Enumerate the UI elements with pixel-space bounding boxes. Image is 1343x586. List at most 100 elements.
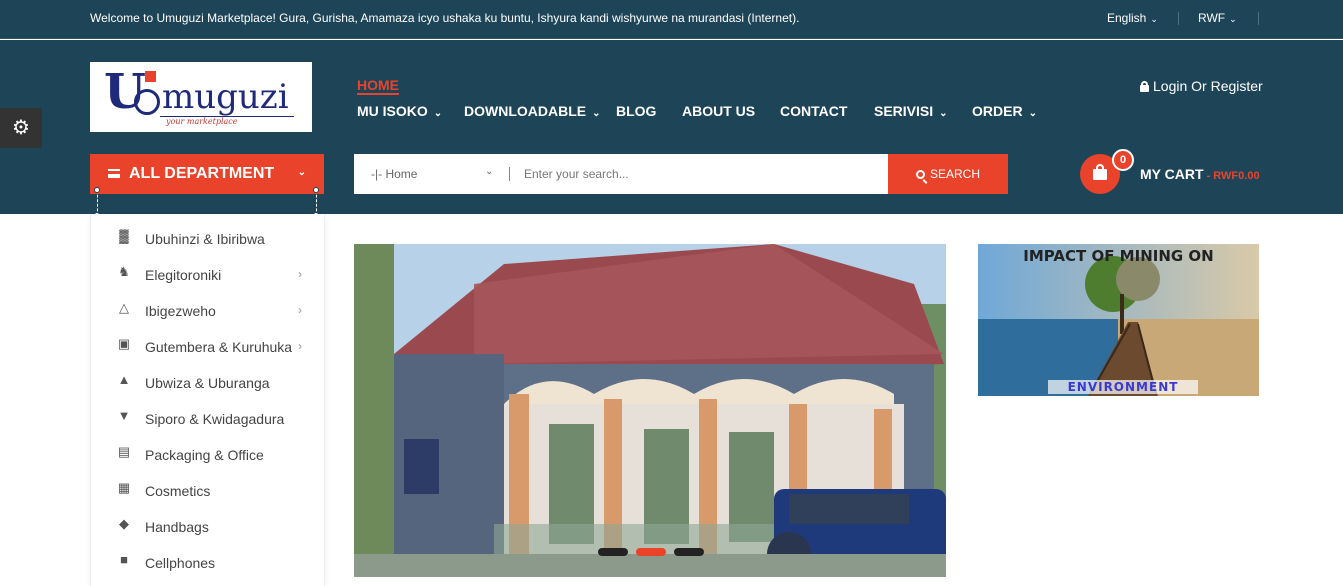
desk-icon: ▤ (117, 444, 131, 459)
dress-icon: ▲ (117, 372, 131, 387)
chevron-right-icon: › (298, 339, 302, 353)
department-item-cosmetics[interactable]: ▦ Cosmetics (91, 470, 324, 506)
logo-tagline: your marketplace (166, 117, 238, 126)
robot-icon: ♞ (118, 264, 130, 279)
hero-house-image (354, 244, 946, 577)
chevron-down-icon: ⌄ (1028, 108, 1037, 119)
login-label: Login Or Register (1153, 78, 1263, 94)
banner-subtitle: ENVIRONMENT (1048, 380, 1198, 394)
department-item-label: Gutembera & Kuruhuka (145, 339, 293, 355)
slider-dot[interactable] (674, 548, 704, 556)
department-item-label: Siporo & Kwidagadura (145, 411, 285, 427)
search-divider (509, 167, 510, 181)
department-item-label: Ubwiza & Uburanga (145, 375, 270, 391)
all-department-button[interactable]: ALL DEPARTMENT ⌄ (90, 154, 324, 194)
logo-square-mark (145, 71, 156, 82)
hook-dot (313, 187, 319, 193)
my-cart-link[interactable]: MY CART - RWF0.00 (1140, 166, 1260, 182)
hero-slider[interactable] (354, 244, 946, 577)
nav-label: SERIVISI (874, 103, 934, 119)
nav-label: BLOG (616, 103, 657, 119)
currency-label: RWF (1198, 11, 1226, 25)
chevron-right-icon: › (298, 303, 302, 317)
login-register-link[interactable]: Login Or Register (1140, 78, 1263, 94)
list-icon (108, 169, 120, 178)
site-logo[interactable]: U muguzi your marketplace (90, 62, 312, 132)
settings-gear-button[interactable]: ⚙ (0, 108, 42, 148)
nav-label: DOWNLOADABLE (464, 103, 587, 119)
lamp-icon: ▼ (117, 408, 131, 423)
chevron-down-icon: ⌄ (1229, 14, 1237, 24)
department-item-siporo[interactable]: ▼ Siporo & Kwidagadura (91, 398, 324, 434)
nav-contact[interactable]: CONTACT (780, 103, 847, 119)
department-item-elegitoroniki[interactable]: ♞ Elegitoroniki › (91, 254, 324, 290)
chevron-down-icon: ⌄ (592, 108, 601, 119)
search-icon (915, 170, 925, 179)
logo-name: muguzi (162, 77, 289, 117)
globe-icon (134, 89, 160, 115)
search-button[interactable]: SEARCH (888, 154, 1008, 194)
banner-title: IMPACT OF MINING ON (1023, 247, 1214, 265)
nav-label: ORDER (972, 103, 1023, 119)
currency-selector[interactable]: RWF ⌄ (1198, 11, 1237, 25)
search-category-select[interactable]: -|- Home (371, 167, 417, 181)
banner-image (978, 244, 1259, 396)
chevron-down-icon: ⌄ (1150, 14, 1158, 24)
divider (1178, 12, 1179, 25)
factory-icon: ▓ (119, 228, 129, 243)
gift-icon: ▦ (117, 480, 131, 495)
department-item-ubuhinzi[interactable]: ▓ Ubuhinzi & Ibiribwa (91, 218, 324, 254)
hook-dot (94, 187, 100, 193)
welcome-message: Welcome to Umuguzi Marketplace! Gura, Gu… (90, 11, 800, 25)
department-item-gutembera[interactable]: ▣ Gutembera & Kuruhuka › (91, 326, 324, 362)
nav-about-us[interactable]: ABOUT US (682, 103, 755, 119)
nav-blog[interactable]: BLOG (616, 103, 656, 119)
search-button-label: SEARCH (929, 167, 980, 181)
plug-icon: ◆ (119, 516, 129, 531)
nav-serivisi[interactable]: SERIVISI ⌄ (874, 103, 948, 119)
chevron-right-icon: › (298, 267, 302, 281)
top-bar: Welcome to Umuguzi Marketplace! Gura, Gu… (0, 0, 1343, 39)
language-selector[interactable]: English ⌄ (1107, 11, 1158, 25)
slider-dot[interactable] (598, 548, 628, 556)
department-item-cellphones[interactable]: ■ Cellphones (91, 542, 324, 578)
nav-home[interactable]: HOME (357, 77, 399, 95)
wallet-icon: ■ (120, 552, 128, 567)
cart-label: MY CART (1140, 166, 1204, 182)
department-menu: ▓ Ubuhinzi & Ibiribwa ♞ Elegitoroniki › … (90, 214, 325, 586)
gear-icon: ⚙ (12, 117, 30, 139)
department-item-label: Elegitoroniki (145, 267, 222, 283)
chevron-down-icon: ⌄ (433, 108, 443, 119)
nav-downloadable[interactable]: DOWNLOADABLE ⌄ (464, 103, 601, 119)
department-item-label: Cosmetics (145, 483, 211, 499)
nav-mu-isoko[interactable]: MU ISOKO ⌄ (357, 103, 442, 119)
chevron-down-icon[interactable]: ⌄ (485, 166, 493, 177)
lock-icon (1140, 81, 1149, 92)
search-input[interactable] (524, 164, 884, 184)
shopping-bag-icon (1093, 164, 1107, 180)
camera-icon: ▣ (117, 336, 131, 351)
flask-icon: △ (119, 300, 129, 315)
nav-order[interactable]: ORDER ⌄ (972, 103, 1037, 119)
mining-environment-banner[interactable]: IMPACT OF MINING ON ENVIRONMENT (978, 244, 1259, 396)
cart-total: - RWF0.00 (1203, 170, 1260, 182)
chevron-down-icon: ⌄ (939, 108, 948, 119)
department-item-ibigezweho[interactable]: △ Ibigezweho › (91, 290, 324, 326)
department-item-label: Handbags (145, 519, 209, 535)
slider-dot-active[interactable] (636, 548, 666, 556)
language-label: English (1107, 11, 1147, 25)
department-item-label: Cellphones (145, 555, 216, 571)
department-item-label: Packaging & Office (145, 447, 264, 463)
divider (1258, 12, 1259, 25)
search-bar: -|- Home ⌄ SEARCH (354, 154, 1008, 194)
nav-label: CONTACT (780, 103, 848, 119)
all-department-label: ALL DEPARTMENT (129, 165, 275, 182)
nav-label: MU ISOKO (357, 103, 428, 119)
department-item-handbags[interactable]: ◆ Handbags (91, 506, 324, 542)
department-item-ubwiza[interactable]: ▲ Ubwiza & Uburanga (91, 362, 324, 398)
department-item-label: Ubuhinzi & Ibiribwa (145, 231, 265, 247)
department-item-label: Ibigezweho (145, 303, 216, 319)
department-item-packaging[interactable]: ▤ Packaging & Office (91, 434, 324, 470)
chevron-down-icon: ⌄ (297, 167, 306, 178)
nav-label: ABOUT US (682, 103, 756, 119)
